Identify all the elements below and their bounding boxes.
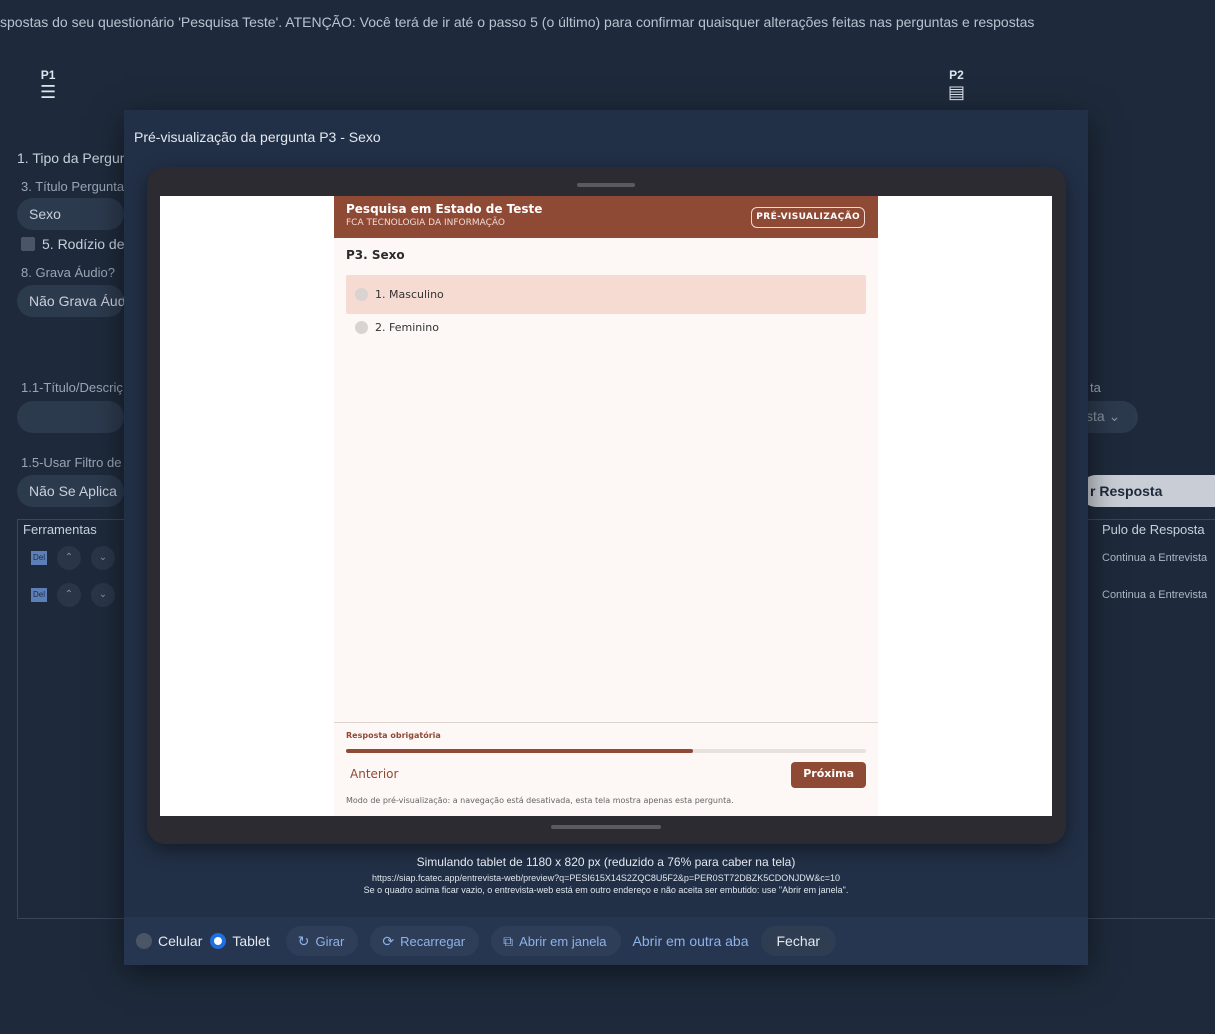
reload-icon: ⟳ [382,932,395,949]
progress-bar [346,749,866,753]
modal-actions: Celular Tablet ↻ Girar ⟳ Recarregar ⧉ Ab… [124,917,1088,965]
instructions-banner: spostas do seu questionário 'Pesquisa Te… [0,14,1035,30]
next-button[interactable]: Próxima [791,762,866,788]
rodizio-checkbox[interactable] [21,237,35,251]
pulo-cell: Continua a Entrevista [1102,589,1208,601]
required-label: Resposta obrigatória [346,731,441,740]
step-p1[interactable]: P1 ☰ [40,68,56,101]
device-screen: Pesquisa em Estado de Teste FCA TECNOLOG… [160,196,1052,816]
tablet-frame: Pesquisa em Estado de Teste FCA TECNOLOG… [147,167,1066,844]
question-title: P3. Sexo [346,248,405,262]
col-tools-header: Ferramentas [23,522,97,537]
survey-header: Pesquisa em Estado de Teste FCA TECNOLOG… [334,196,878,238]
embed-hint: Se o quadro acima ficar vazio, o entrevi… [363,885,849,895]
grava-label: 8. Grava Áudio? [21,265,115,280]
title-label: 3. Título Pergunta [21,179,125,194]
col-pulo-header: Pulo de Resposta [1102,522,1205,537]
table-row: Del ⌃ ⌄ [31,546,115,570]
open-window-label: Abrir em janela [519,933,607,949]
open-tab-link[interactable]: Abrir em outra aba [633,933,749,949]
table-row: Del ⌃ ⌄ [31,583,115,607]
titulo-desc-input[interactable] [17,401,124,433]
radio-icon [355,321,368,334]
preview-modal: Pré-visualização da pergunta P3 - Sexo P… [124,110,1088,965]
section-title: 1. Tipo da Pergun [17,150,128,166]
open-window-button[interactable]: ⧉ Abrir em janela [491,926,621,956]
chevron-down-icon: ⌄ [1108,408,1121,424]
rotate-button[interactable]: ↻ Girar [285,926,359,956]
reload-button[interactable]: ⟳ Recarregar [370,926,480,956]
card-list-icon: ▤ [948,82,966,102]
previous-button[interactable]: Anterior [350,767,398,781]
device-bottom-bar [551,825,661,829]
move-down-icon[interactable]: ⌄ [91,583,115,607]
radio-icon [355,288,368,301]
close-button[interactable]: Fechar [760,926,837,956]
move-down-icon[interactable]: ⌄ [91,546,115,570]
title-input[interactable]: Sexo [17,198,124,230]
reload-label: Recarregar [400,933,466,949]
move-up-icon[interactable]: ⌃ [57,546,81,570]
device-celular[interactable]: Celular [136,933,202,949]
option-label: 1. Masculino [375,288,444,301]
preview-note: Modo de pré-visualização: a navegação es… [346,796,734,805]
step-p2[interactable]: P2 ▤ [948,68,965,101]
rodizio-label: 5. Rodízio de [42,236,125,252]
right-select-value: sta [1086,408,1105,424]
simulation-info: Simulando tablet de 1180 x 820 px (reduz… [416,855,796,869]
device-top-bar [577,183,635,187]
titulo-desc-label: 1.1-Título/Descriç [21,380,123,395]
rotate-icon: ↻ [297,932,310,949]
device-celular-label: Celular [158,933,203,949]
right-select[interactable]: sta ⌄ [1080,401,1138,433]
filtro-select[interactable]: Não Se Aplica [17,475,124,507]
modal-title: Pré-visualização da pergunta P3 - Sexo [134,129,381,145]
move-up-icon[interactable]: ⌃ [57,583,81,607]
filtro-label: 1.5-Usar Filtro de [21,455,122,470]
list-icon: ☰ [40,82,57,102]
radio-celular[interactable] [136,933,152,949]
device-tablet[interactable]: Tablet [210,933,270,949]
preview-url: https://siap.fcatec.app/entrevista-web/p… [372,873,840,883]
delete-icon[interactable]: Del [31,588,47,602]
grava-select[interactable]: Não Grava Áud [17,285,124,317]
pulo-cell: Continua a Entrevista [1102,552,1208,564]
right-label: ta [1090,380,1101,395]
preview-badge: PRÉ-VISUALIZAÇÃO [751,207,865,228]
external-link-icon: ⧉ [503,932,514,949]
step-p1-label: P1 [40,68,56,82]
option-label: 2. Feminino [375,321,439,334]
option-feminino[interactable]: 2. Feminino [346,308,866,347]
radio-tablet[interactable] [210,933,227,949]
survey-preview: Pesquisa em Estado de Teste FCA TECNOLOG… [334,196,878,816]
add-response-button[interactable]: r Resposta [1080,475,1215,507]
progress-fill [346,749,693,753]
device-tablet-label: Tablet [232,933,270,949]
rotate-label: Girar [315,933,345,949]
survey-footer: Resposta obrigatória Anterior Próxima Mo… [334,722,878,816]
delete-icon[interactable]: Del [31,551,47,565]
step-p2-label: P2 [949,68,964,82]
